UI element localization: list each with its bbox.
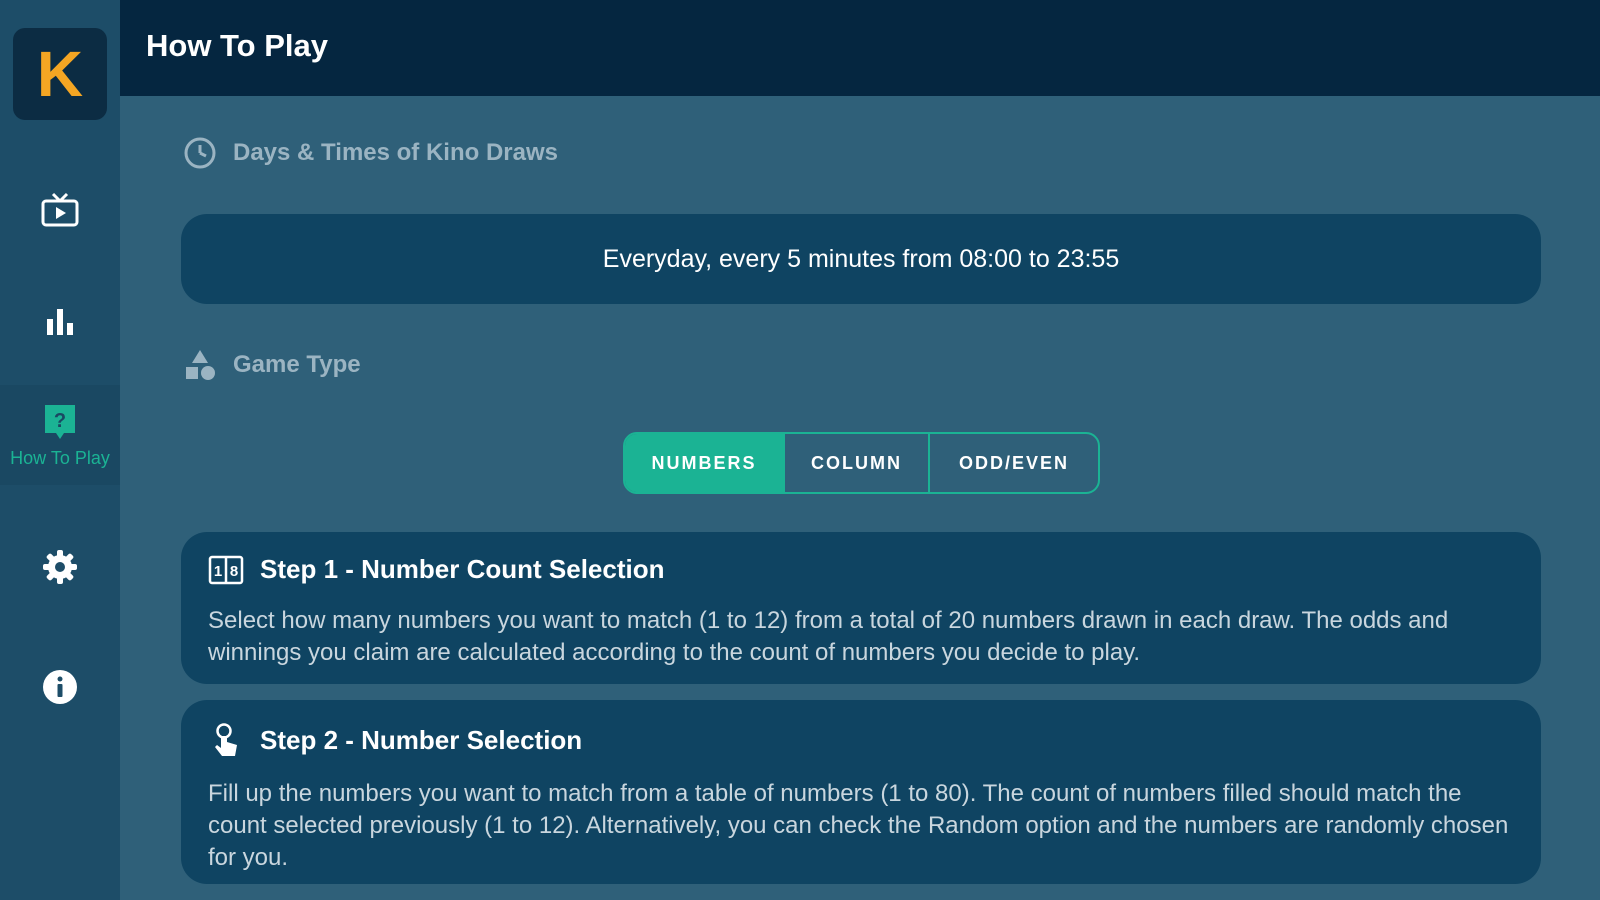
top-bar: How To Play (120, 0, 1600, 96)
step-heading: 1 8 Step 1 - Number Count Selection (208, 554, 1511, 585)
step-title: Step 2 - Number Selection (260, 724, 583, 755)
info-icon (43, 670, 77, 704)
bar-chart-icon (47, 309, 73, 335)
hand-pointer-icon (215, 723, 237, 756)
tab-odd-even[interactable]: ODD/EVEN (928, 434, 1098, 492)
page-title: How To Play (146, 28, 329, 63)
tab-numbers[interactable]: NUMBERS (625, 434, 783, 492)
sidebar-item-settings[interactable] (0, 517, 120, 617)
sidebar: K ? How To Play (0, 0, 120, 900)
step-card: Step 2 - Number Selection Fill up the nu… (181, 700, 1541, 884)
app-logo[interactable]: K (13, 28, 107, 120)
draw-times-heading: Days & Times of Kino Draws (183, 136, 558, 170)
svg-text:1: 1 (214, 563, 222, 580)
sidebar-item-how-to-play[interactable]: ? How To Play (0, 385, 120, 485)
gear-icon (43, 550, 77, 584)
sidebar-item-live[interactable] (0, 160, 120, 260)
svg-text:?: ? (54, 410, 66, 432)
draw-times-text: Everyday, every 5 minutes from 08:00 to … (602, 244, 1120, 273)
step-title: Step 1 - Number Count Selection (260, 554, 665, 584)
game-type-tabs: NUMBERS COLUMN ODD/EVEN (623, 432, 1100, 494)
sidebar-item-label: How To Play (10, 447, 110, 468)
clock-icon (184, 137, 216, 169)
sidebar-item-statistics[interactable] (0, 272, 120, 372)
draw-times-heading-text: Days & Times of Kino Draws (233, 139, 558, 166)
step-card: 1 8 Step 1 - Number Count Selection Sele… (181, 532, 1541, 684)
game-type-heading-text: Game Type (233, 351, 361, 378)
tv-icon (41, 192, 79, 227)
svg-text:8: 8 (230, 563, 238, 580)
sidebar-item-info[interactable] (0, 637, 120, 737)
step-description: Select how many numbers you want to matc… (208, 607, 1449, 666)
logo-letter: K (36, 38, 84, 110)
draw-times-card: Everyday, every 5 minutes from 08:00 to … (181, 214, 1541, 304)
step-heading: Step 2 - Number Selection (208, 722, 1511, 758)
number-grid-icon: 1 8 (208, 555, 244, 584)
tab-column[interactable]: COLUMN (783, 434, 928, 492)
game-type-heading: Game Type (183, 348, 361, 382)
shapes-icon (186, 350, 215, 380)
help-icon: ? (45, 404, 75, 439)
step-description: Fill up the numbers you want to match fr… (208, 780, 1509, 871)
